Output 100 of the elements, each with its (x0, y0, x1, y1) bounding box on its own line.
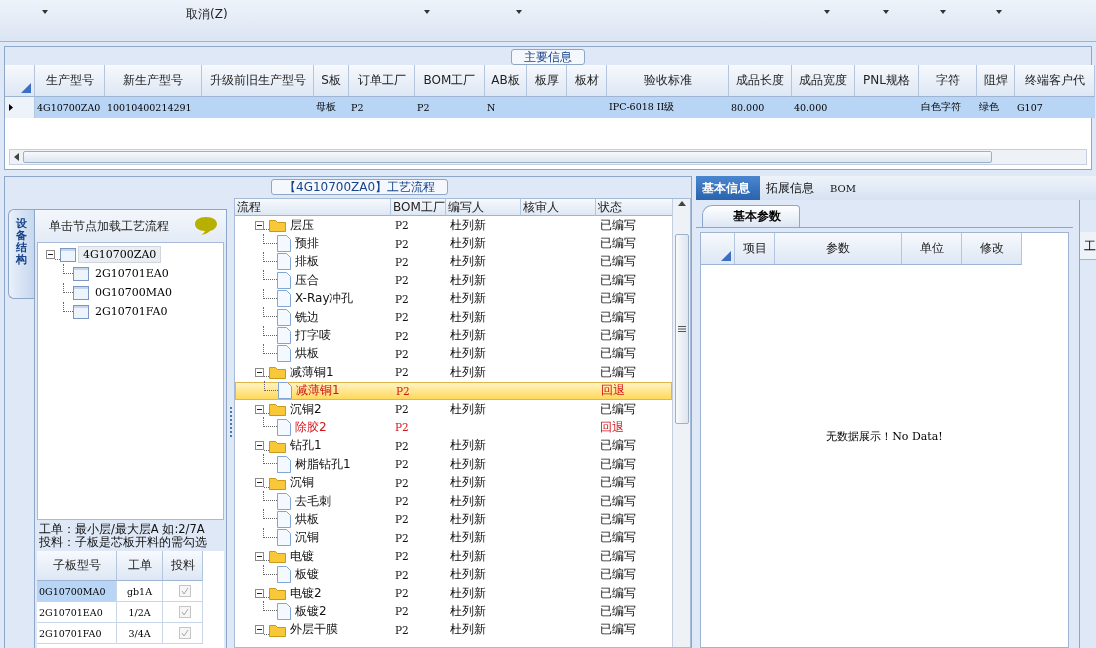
process-row[interactable]: 压合 P2 杜列新 已编写 (235, 271, 672, 290)
menu-item[interactable]: 取消(Z) (186, 6, 228, 23)
document-icon (277, 492, 291, 510)
status-text: 已编写 (599, 547, 637, 565)
process-row[interactable]: 去毛刺 P2 杜列新 已编写 (235, 491, 672, 511)
collapse-icon[interactable] (255, 441, 264, 451)
process-row[interactable]: 烘板 P2 杜列新 已编写 (235, 344, 672, 364)
collapse-icon[interactable] (255, 551, 264, 561)
tree-node[interactable]: 0G10700MA0 (91, 285, 176, 300)
dropdown-arrow-icon[interactable] (996, 10, 1002, 14)
column-header[interactable]: S板 (314, 65, 349, 97)
column-header[interactable]: 单位 (902, 233, 962, 265)
process-name: 预排 (294, 235, 320, 253)
process-row[interactable]: 排板 P2 杜列新 已编写 (235, 252, 672, 272)
horizontal-scrollbar[interactable] (9, 149, 1087, 165)
column-header[interactable]: 阻焊 (977, 65, 1015, 97)
process-row[interactable]: 沉铜2 P2 杜列新 已编写 (235, 399, 672, 419)
process-name: 板镀 (294, 566, 320, 584)
column-header[interactable]: 板厚 (527, 65, 567, 97)
vertical-scrollbar[interactable] (672, 199, 690, 647)
process-name: 电镀 (289, 547, 315, 565)
column-header[interactable]: BOM工厂 (415, 65, 485, 97)
process-row[interactable]: 外层干膜 P2 杜列新 已编写 (235, 620, 672, 639)
collapse-icon[interactable] (255, 404, 264, 414)
column-header[interactable]: 参数 (775, 233, 902, 265)
column-header[interactable]: 验收标准 (607, 65, 729, 97)
process-row[interactable]: 沉铜 P2 杜列新 已编写 (235, 473, 672, 492)
scroll-up-icon[interactable] (677, 201, 686, 206)
process-row[interactable]: 打字唛 P2 杜列新 已编写 (235, 326, 672, 345)
tree-node[interactable]: 2G10701FA0 (91, 304, 172, 319)
process-row[interactable]: 减薄铜1 P2 回退 (235, 381, 672, 400)
process-row[interactable]: 板镀 P2 杜列新 已编写 (235, 565, 672, 584)
column-header[interactable]: 项目 (735, 233, 775, 265)
table-cell-text: 杜列新 (449, 253, 487, 271)
column-header[interactable]: 状态 (596, 199, 672, 216)
collapse-icon[interactable] (255, 588, 264, 598)
tab[interactable]: 基本参数 (702, 205, 800, 227)
side-tab[interactable]: 设备结构 (8, 209, 34, 299)
tab[interactable]: 拓展信息 (760, 176, 824, 200)
collapse-icon[interactable] (255, 367, 264, 377)
checkbox[interactable] (179, 585, 191, 597)
table-cell-text: P2 (394, 531, 410, 544)
process-row[interactable]: 铣边 P2 杜列新 已编写 (235, 307, 672, 327)
process-row[interactable]: 减薄铜1 P2 杜列新 已编写 (235, 363, 672, 382)
collapse-icon[interactable] (255, 478, 264, 488)
process-row[interactable]: 除胶2 P2 回退 (235, 418, 672, 437)
column-header[interactable]: 修改 (962, 233, 1022, 265)
dropdown-arrow-icon[interactable] (824, 10, 830, 14)
collapse-icon[interactable] (255, 625, 264, 635)
process-row[interactable]: 电镀 P2 杜列新 已编写 (235, 547, 672, 566)
checkbox[interactable] (179, 606, 191, 618)
column-header[interactable]: PNL规格 (855, 65, 919, 97)
dropdown-arrow-icon[interactable] (883, 10, 889, 14)
column-header[interactable]: 编写人 (446, 199, 521, 216)
column-header[interactable]: 新生产型号 (105, 65, 202, 97)
process-row[interactable]: 钻孔1 P2 杜列新 已编写 (235, 436, 672, 456)
column-header[interactable]: 终端客户代 (1015, 65, 1095, 97)
column-header[interactable]: 订单工厂 (349, 65, 415, 97)
process-row[interactable]: 板镀2 P2 杜列新 已编写 (235, 602, 672, 621)
column-header[interactable]: 升级前旧生产型号 (202, 65, 314, 97)
column-header[interactable]: 字符 (919, 65, 977, 97)
dropdown-arrow-icon[interactable] (516, 10, 522, 14)
status-text: 已编写 (599, 455, 637, 473)
process-row[interactable]: X-Ray冲孔 P2 杜列新 已编写 (235, 289, 672, 308)
table-cell-text: 杜列新 (449, 216, 487, 234)
node-icon (73, 266, 89, 281)
process-row[interactable]: 层压 P2 杜列新 已编写 (235, 216, 672, 235)
document-icon (277, 345, 291, 363)
collapse-icon[interactable] (46, 250, 55, 259)
column-header[interactable]: 板材 (567, 65, 607, 97)
tab[interactable]: 基本信息 (696, 176, 760, 200)
column-header[interactable]: 生产型号 (35, 65, 105, 97)
dropdown-arrow-icon[interactable] (424, 10, 430, 14)
column-header[interactable]: 工单 (117, 551, 163, 581)
column-header[interactable]: 核审人 (521, 199, 596, 216)
tab[interactable]: BOM (824, 176, 866, 200)
column-header[interactable]: 子板型号 (37, 551, 117, 581)
process-row[interactable]: 树脂钻孔1 P2 杜列新 已编写 (235, 455, 672, 474)
tree-node[interactable]: 2G10701EA0 (91, 266, 173, 281)
column-header[interactable]: AB板 (485, 65, 527, 97)
column-header[interactable]: BOM工厂 (391, 199, 446, 216)
process-row[interactable]: 预排 P2 杜列新 已编写 (235, 234, 672, 253)
document-icon (277, 290, 291, 308)
column-header[interactable]: 成品宽度 (792, 65, 855, 97)
process-row[interactable]: 烘板 P2 杜列新 已编写 (235, 510, 672, 529)
dropdown-arrow-icon[interactable] (940, 10, 946, 14)
panel-title: 【4G10700ZA0】工艺流程 (271, 179, 449, 195)
column-header[interactable]: 投料 (163, 551, 203, 581)
column-header[interactable]: 流程 (235, 199, 391, 216)
scroll-left-icon[interactable] (14, 153, 19, 161)
dropdown-arrow-icon[interactable] (42, 10, 48, 14)
process-row[interactable]: 电镀2 P2 杜列新 已编写 (235, 583, 672, 603)
collapse-icon[interactable] (255, 220, 264, 230)
table-cell: 白色字符 (919, 97, 977, 118)
table-cell-text: P2 (394, 439, 410, 452)
checkbox[interactable] (179, 627, 191, 639)
table-cell-text: P2 (394, 421, 410, 434)
process-row[interactable]: 沉铜 P2 杜列新 已编写 (235, 528, 672, 548)
column-header[interactable]: 成品长度 (729, 65, 792, 97)
tree-node[interactable]: 4G10700ZA0 (78, 246, 162, 263)
